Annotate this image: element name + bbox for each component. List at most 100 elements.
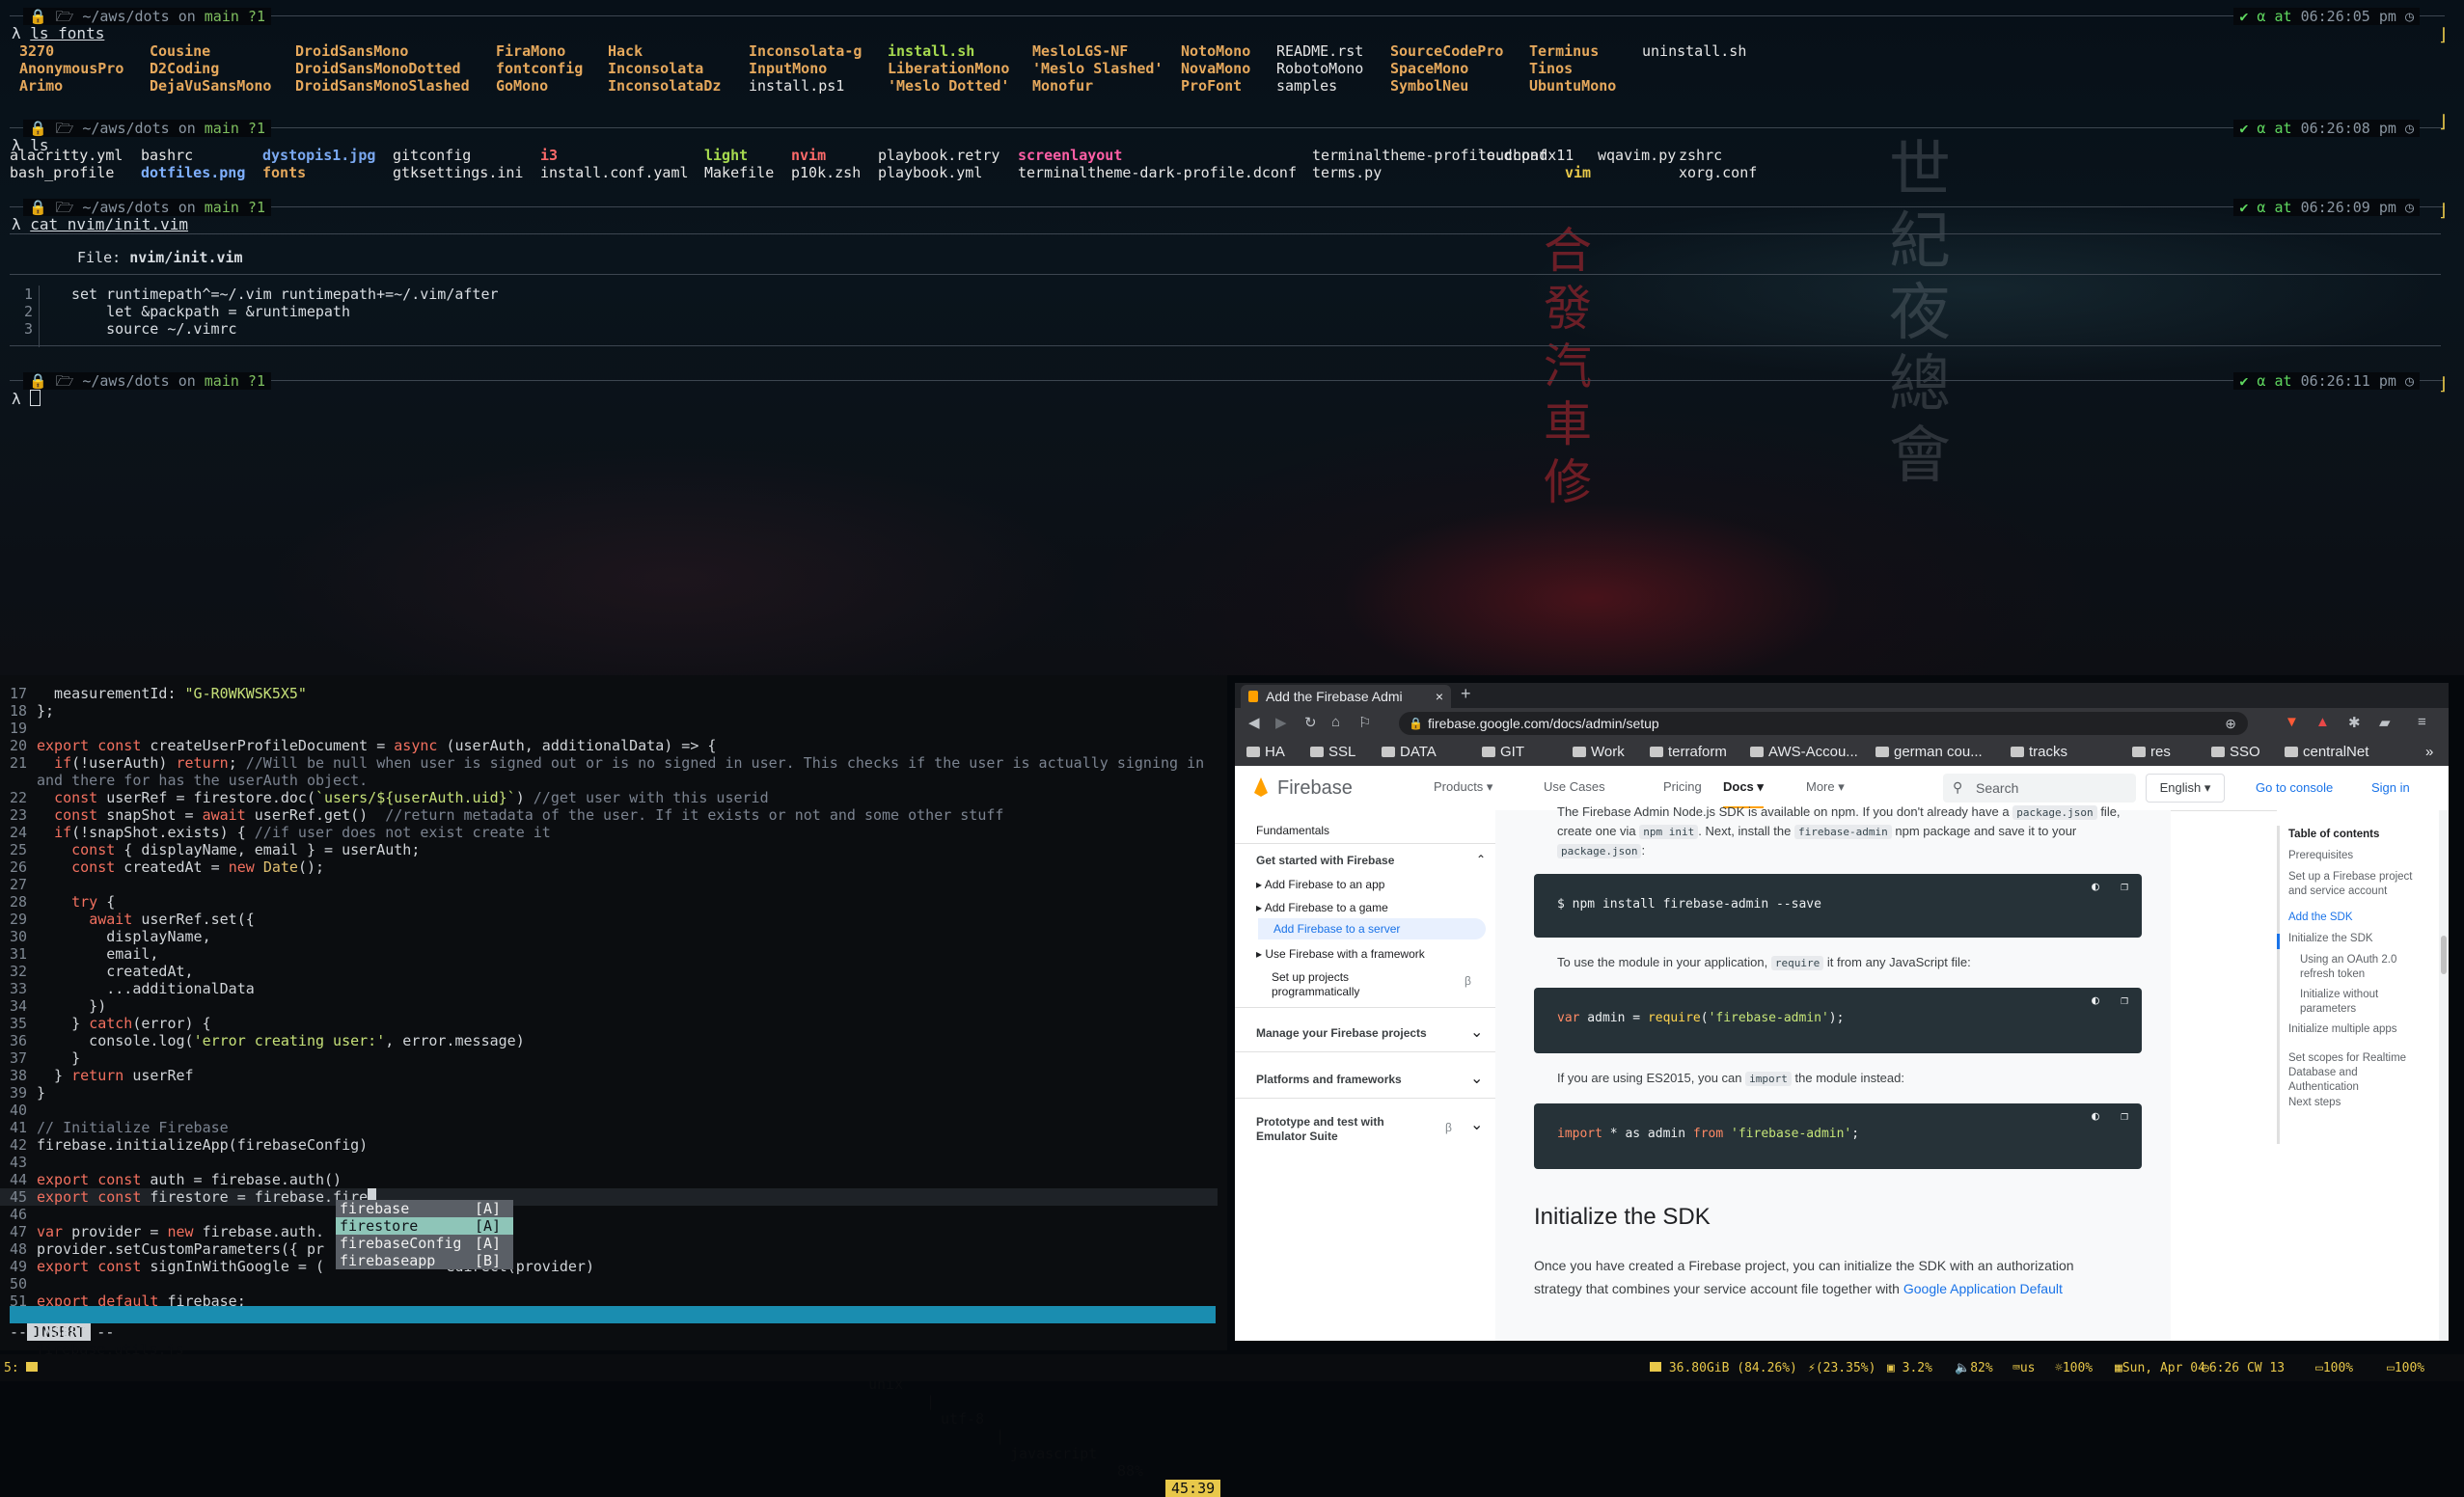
code-line[interactable]: 26 const createdAt = new Date(); <box>0 858 1218 876</box>
vim-editor[interactable]: 17 measurementId: "G-R0WKWSK5X5" 18}; 19 20… <box>0 675 1227 1350</box>
line-text[interactable]: }) <box>37 997 106 1015</box>
sidenav-section-get-started[interactable]: Get started with Firebase <box>1256 854 1394 867</box>
code-line[interactable]: 35 } catch(error) { <box>0 1015 1218 1032</box>
language-select[interactable]: English ▾ <box>2146 774 2225 803</box>
line-text[interactable]: }; <box>37 702 54 720</box>
nav-use-cases[interactable]: Use Cases <box>1544 779 1605 794</box>
bookmark-data[interactable]: DATA <box>1382 744 1437 760</box>
code-block-require[interactable]: var admin = require('firebase-admin'); ◐… <box>1534 988 2142 1053</box>
code-line[interactable]: 41 // Initialize Firebase <box>0 1119 1218 1136</box>
bookmark-aws-accou[interactable]: AWS-Accou... <box>1750 744 1858 760</box>
code-line[interactable]: 48 provider.setCustomParameters({ pr '}) <box>0 1240 1218 1258</box>
copy-icon[interactable]: ❐ <box>2121 993 2128 1008</box>
code-line[interactable]: 39} <box>0 1084 1218 1102</box>
nav-pricing[interactable]: Pricing <box>1663 779 1702 794</box>
code-line[interactable]: 50 <box>0 1275 1218 1293</box>
line-text[interactable]: await userRef.set({ <box>37 911 255 928</box>
code-line[interactable]: 46 <box>0 1206 1218 1223</box>
line-text[interactable]: createdAt, <box>37 963 193 980</box>
toc-item[interactable]: Using an OAuth 2.0 refresh token <box>2300 953 2422 982</box>
nav-products[interactable]: Products ▾ <box>1434 779 1492 795</box>
line-text[interactable]: } <box>37 1084 45 1102</box>
theme-toggle-icon[interactable]: ◐ <box>2092 880 2099 894</box>
bookmark-ssl[interactable]: SSL <box>1310 744 1355 760</box>
completion-item[interactable]: firebase [A] <box>336 1200 513 1217</box>
completion-popup[interactable]: firebase [A] firestore [A] firebaseConfig [A]… <box>336 1200 513 1269</box>
bookmark-git[interactable]: GIT <box>1482 744 1524 760</box>
sidenav-item-setup-projects[interactable]: Set up projects programmatically <box>1272 970 1387 999</box>
close-tab-icon[interactable]: × <box>1436 685 1443 708</box>
toc-item[interactable]: Initialize multiple apps <box>2288 1022 2422 1037</box>
bookmark-centralnet[interactable]: centralNet <box>2285 744 2368 760</box>
profile-icon[interactable]: ▰ <box>2379 714 2391 731</box>
toc-item[interactable]: Add the SDK <box>2288 911 2422 925</box>
home-icon[interactable]: ⌂ <box>1331 714 1340 730</box>
chevron-down-icon[interactable]: ⌄ <box>1470 1069 1483 1088</box>
code-line[interactable]: 28 try { <box>0 893 1218 911</box>
extensions-icon[interactable]: ✱ <box>2348 714 2361 731</box>
code-line[interactable]: 18}; <box>0 702 1218 720</box>
line-text[interactable]: const { displayName, email } = userAuth; <box>37 841 420 858</box>
toc-item[interactable]: Next steps <box>2288 1096 2422 1110</box>
code-line[interactable]: 42 firebase.initializeApp(firebaseConfig) <box>0 1136 1218 1154</box>
command-line[interactable]: λ ls fonts <box>12 25 104 42</box>
line-text[interactable]: } catch(error) { <box>37 1015 211 1032</box>
toc-item[interactable]: Initialize without parameters <box>2300 988 2422 1017</box>
more-bookmarks-icon[interactable]: » <box>2425 744 2433 760</box>
scrollbar[interactable] <box>2439 810 2449 1341</box>
new-tab-button[interactable]: + <box>1461 684 1471 704</box>
sidenav-section-platforms[interactable]: Platforms and frameworks <box>1256 1073 1402 1086</box>
browser-tab[interactable]: Add the Firebase Admi × <box>1241 685 1451 708</box>
code-line[interactable]: 24 if(!snapShot.exists) { //if user does… <box>0 824 1218 841</box>
share-icon[interactable]: ⊕ <box>2225 712 2236 735</box>
line-text[interactable]: // Initialize Firebase <box>37 1119 229 1136</box>
completion-item[interactable]: firebaseConfig [A] <box>336 1235 513 1252</box>
theme-toggle-icon[interactable]: ◐ <box>2092 1109 2099 1124</box>
line-text[interactable]: and there for has the userAuth object. <box>37 772 368 789</box>
code-line[interactable]: 34 }) <box>0 997 1218 1015</box>
code-line[interactable]: 45 export const firestore = firebase.fire <box>0 1188 1218 1206</box>
line-text[interactable]: export const auth = firebase.auth() <box>37 1171 342 1188</box>
line-text[interactable]: export const createUserProfileDocument =… <box>37 737 716 754</box>
code-line[interactable]: 32 createdAt, <box>0 963 1218 980</box>
sidenav-item-add-to-game[interactable]: ▸ Add Firebase to a game <box>1256 901 1388 914</box>
chevron-down-icon[interactable]: ⌄ <box>1470 1115 1483 1134</box>
line-text[interactable]: const snapShot = await userRef.get() //r… <box>37 806 1003 824</box>
menu-icon[interactable]: ≡ <box>2418 714 2426 730</box>
rewards-icon[interactable]: ▲ <box>2315 714 2330 730</box>
brave-shield-icon[interactable]: ▼ <box>2285 714 2299 730</box>
address-bar[interactable]: 🔒 firebase.google.com/docs/admin/setup ⊕ <box>1399 712 2248 735</box>
go-to-console-link[interactable]: Go to console <box>2256 780 2333 795</box>
toc-item[interactable]: Initialize the SDK <box>2288 932 2422 946</box>
line-text[interactable]: if(!userAuth) return; //Will be null whe… <box>37 754 1204 772</box>
code-line[interactable]: 25 const { displayName, email } = userAu… <box>0 841 1218 858</box>
toc-item[interactable]: Set up a Firebase project and service ac… <box>2288 870 2422 899</box>
volume[interactable]: 🔈82% <box>1955 1361 1993 1375</box>
bookmark-german-cou[interactable]: german cou... <box>1875 744 1983 760</box>
active-command-line[interactable]: λ <box>12 390 41 408</box>
line-text[interactable]: console.log('error creating user:', erro… <box>37 1032 525 1049</box>
code-line[interactable]: 43 <box>0 1154 1218 1171</box>
nav-more[interactable]: More ▾ <box>1806 779 1845 795</box>
bookmark-res[interactable]: res <box>2132 744 2171 760</box>
chevron-up-icon[interactable]: ⌃ <box>1476 853 1486 866</box>
code-line[interactable]: 31 email, <box>0 945 1218 963</box>
sidenav-item-add-to-server[interactable]: Add Firebase to a server <box>1258 918 1486 939</box>
line-text[interactable]: ...additionalData <box>37 980 255 997</box>
line-text[interactable]: const userRef = firestore.doc(`users/${u… <box>37 789 769 806</box>
code-line[interactable]: 19 <box>0 720 1218 737</box>
url-text[interactable]: firebase.google.com/docs/admin/setup <box>1428 712 1659 735</box>
firebase-brand[interactable]: Firebase <box>1277 777 1353 800</box>
sidenav-item-add-to-app[interactable]: ▸ Add Firebase to an app <box>1256 878 1384 891</box>
sidenav-item-framework[interactable]: ▸ Use Firebase with a framework <box>1256 947 1425 961</box>
line-text[interactable]: displayName, <box>37 928 210 945</box>
code-line[interactable]: 44 export const auth = firebase.auth() <box>0 1171 1218 1188</box>
adc-link[interactable]: Google Application Default <box>1903 1281 2063 1296</box>
code-block-import[interactable]: import * as admin from 'firebase-admin';… <box>1534 1103 2142 1169</box>
workspace-indicator[interactable]: 5: <box>4 1361 39 1375</box>
code-line[interactable]: 22 const userRef = firestore.doc(`users/… <box>0 789 1218 806</box>
code-line[interactable]: 27 <box>0 876 1218 893</box>
command-line[interactable]: λ cat nvim/init.vim <box>12 216 188 233</box>
sidenav-fundamentals[interactable]: Fundamentals <box>1256 824 1329 837</box>
code-line[interactable]: 20 export const createUserProfileDocument… <box>0 737 1218 754</box>
